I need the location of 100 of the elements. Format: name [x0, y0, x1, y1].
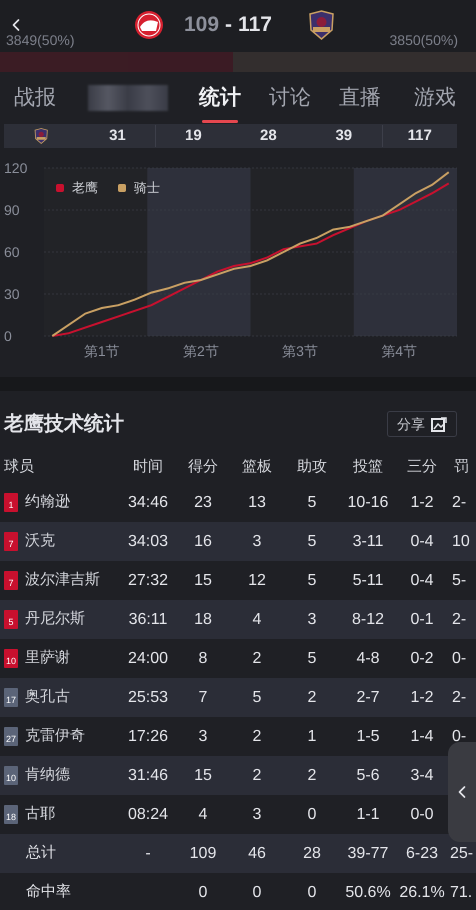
tab[interactable]: 游戏	[395, 72, 475, 124]
column-header: 得分	[187, 456, 219, 477]
table-cell-text: 23	[193, 492, 213, 512]
player-name: 古耶	[25, 804, 55, 824]
table-cell-text: 5	[306, 570, 318, 590]
table-cell-text: 2	[306, 766, 318, 786]
table-cell-text: 8	[198, 648, 208, 668]
table-cell-text: 13	[247, 492, 267, 512]
away-score: 109	[184, 12, 220, 38]
player-name: 里萨谢	[25, 648, 70, 668]
column-header: 篮板	[241, 456, 273, 477]
table-cell-text: 1-2	[409, 688, 435, 708]
table-cell-text: 8-12	[350, 610, 386, 630]
table-cell-text: 2	[252, 648, 262, 668]
tab[interactable]: 战报	[0, 72, 70, 124]
table-cell-text: 5-6	[355, 766, 381, 786]
table-cell-text: 2-7	[355, 688, 381, 708]
tab[interactable]: 统计	[185, 72, 255, 124]
table-cell-text: 71.	[449, 882, 474, 902]
table-cell-text: 7	[198, 688, 208, 708]
quarter-score: 31	[108, 126, 127, 146]
table-cell-text: 1	[306, 726, 318, 746]
table-cell-text: 3-4	[409, 766, 435, 786]
axis-label: 第2节	[183, 343, 219, 359]
table-cell-text: 36:11	[128, 610, 168, 630]
jersey-badge: 7	[4, 532, 18, 551]
jersey-badge: 7	[4, 571, 18, 590]
table-cell-text: 1-5	[355, 726, 381, 746]
player-name: 沃克	[25, 531, 55, 552]
player-name: 波尔津吉斯	[25, 570, 100, 590]
table-cell-text: 24:00	[126, 648, 170, 668]
table-cell-text: 2-	[451, 688, 468, 708]
table-cell-text: 0	[252, 882, 262, 902]
image-share-icon	[431, 416, 447, 432]
table-cell-text: 12	[247, 570, 267, 590]
axis-label: 第1节	[84, 343, 120, 359]
table-cell-text: 2	[306, 688, 318, 708]
table-cell-text: 15	[193, 570, 213, 590]
axis-label: 第4节	[381, 343, 418, 359]
table-cell-text: 0-4	[409, 532, 435, 552]
tab[interactable]: 讨论	[255, 72, 325, 124]
jersey-badge: 10	[4, 649, 18, 668]
player-name: 肯纳德	[25, 765, 70, 786]
vote-count: 3850(50%)	[390, 31, 458, 50]
table-cell-text: 25:53	[126, 688, 170, 708]
table-cell-text: 2	[252, 766, 262, 786]
team-shield-icon	[34, 128, 48, 144]
jersey-badge: 1	[4, 493, 18, 512]
player-name: 克雷伊奇	[25, 726, 85, 746]
table-cell-text: -	[144, 844, 152, 864]
quarter-score: 19	[155, 124, 231, 148]
score-separator: -	[225, 12, 232, 38]
table-cell-text: 34:46	[126, 492, 170, 512]
table-cell-text: 15	[193, 766, 213, 786]
jersey-badge: 17	[4, 688, 18, 707]
table-cell-text: 4	[252, 610, 262, 630]
team-shield-icon	[308, 10, 335, 40]
table-cell-text: 3	[252, 532, 262, 552]
table-cell-text: 0	[306, 804, 318, 824]
jersey-badge: 10	[4, 766, 18, 785]
table-cell-text: 0-2	[409, 648, 435, 668]
axis-label: 0	[4, 328, 12, 344]
section-title: 老鹰技术统计	[4, 412, 124, 437]
axis-label: 120	[4, 160, 28, 176]
table-cell-text: 0-	[451, 726, 468, 746]
table-cell-text: 2-	[451, 492, 468, 512]
team-logo-icon	[134, 10, 164, 40]
quarter-score: 39	[334, 126, 354, 146]
table-cell-text: 50.6%	[344, 882, 392, 902]
row-label: 命中率	[25, 882, 72, 902]
table-cell-text: 0-0	[409, 804, 435, 824]
table-cell-text: 5	[252, 688, 262, 708]
table-cell-text: 109	[188, 844, 218, 864]
table-cell-text: 3	[198, 726, 208, 746]
column-header: 球员	[3, 456, 35, 477]
table-cell-text: 0-4	[409, 570, 435, 590]
table-cell-text: 25-	[449, 844, 474, 864]
table-cell-text: 18	[193, 610, 213, 630]
table-cell-text: 10-16	[346, 492, 390, 512]
side-handle[interactable]	[448, 742, 476, 842]
jersey-badge: 5	[4, 610, 18, 629]
column-header: 罚	[453, 456, 470, 477]
legend-label: 骑士	[134, 179, 160, 197]
table-cell-text: 5-11	[352, 570, 384, 590]
quarter-score: 117	[382, 124, 458, 148]
quarter-score: 28	[259, 126, 278, 146]
column-header: 投篮	[352, 456, 384, 477]
table-cell-text: 1-4	[409, 726, 435, 746]
jersey-badge: 27	[4, 727, 18, 746]
table-cell-text: 5-	[451, 570, 468, 590]
axis-label: 60	[4, 244, 20, 260]
share-button[interactable]: 分享	[387, 411, 457, 437]
vote-count: 3849(50%)	[6, 31, 74, 50]
tab[interactable]: 直播	[325, 72, 395, 124]
table-cell-text: 2	[252, 726, 262, 746]
column-header: 三分	[406, 456, 438, 477]
player-name: 奥孔古	[25, 687, 70, 708]
legend-label: 老鹰	[72, 179, 98, 197]
jersey-badge: 18	[4, 805, 18, 824]
axis-label: 90	[4, 202, 20, 218]
